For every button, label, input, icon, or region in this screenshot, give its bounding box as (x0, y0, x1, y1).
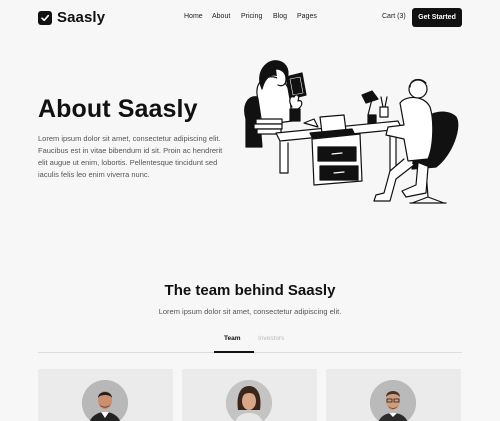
nav-item-home[interactable]: Home (184, 13, 203, 20)
team-member-card[interactable] (326, 369, 461, 421)
team-tabs: Team Investors (38, 329, 462, 353)
team-member-card[interactable] (38, 369, 173, 421)
avatar (226, 380, 272, 421)
nav-item-blog[interactable]: Blog (273, 13, 287, 20)
tab-investors[interactable]: Investors (258, 335, 284, 342)
brand-logo[interactable]: Saasly (38, 9, 105, 26)
tab-team[interactable]: Team (224, 335, 241, 342)
brand-name: Saasly (57, 9, 106, 26)
avatar (370, 380, 416, 421)
team-section-title: The team behind Saasly (164, 282, 336, 299)
check-square-icon (38, 10, 52, 25)
get-started-button[interactable]: Get Started (412, 8, 462, 27)
active-tab-indicator (214, 351, 254, 353)
avatar (82, 380, 128, 421)
site-header: Saasly Home About Pricing Blog Pages Car… (0, 0, 500, 36)
page-title: About Saasly (38, 95, 198, 123)
team-member-card[interactable] (182, 369, 317, 421)
nav-item-pages[interactable]: Pages (297, 13, 317, 20)
hero-description: Lorem ipsum dolor sit amet, consectetur … (38, 134, 223, 179)
team-section-subtitle: Lorem ipsum dolor sit amet, consectetur … (158, 307, 342, 316)
cart-link[interactable]: Cart (3) (382, 13, 406, 20)
nav-item-pricing[interactable]: Pricing (241, 13, 262, 20)
nav-item-about[interactable]: About (212, 13, 230, 20)
office-illustration (244, 60, 459, 204)
